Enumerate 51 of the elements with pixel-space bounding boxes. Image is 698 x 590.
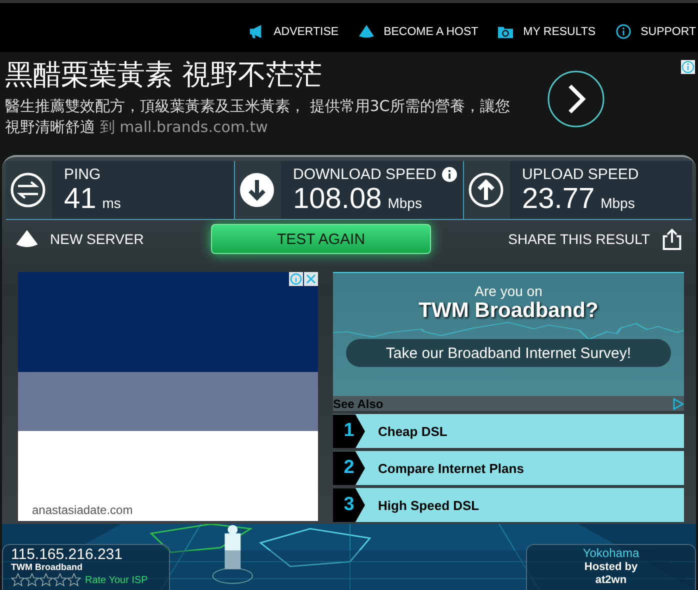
star-icon[interactable] bbox=[67, 573, 81, 587]
stat-unit: Mbps bbox=[388, 194, 422, 210]
info-icon bbox=[616, 24, 631, 39]
ad-headline[interactable]: 黑醋栗葉黃素 視野不茫茫 bbox=[5, 57, 533, 93]
server-city: Yokohama bbox=[582, 546, 640, 561]
download-icon bbox=[239, 172, 275, 208]
hosted-by-label: Hosted by bbox=[584, 561, 638, 574]
megaphone-icon bbox=[248, 24, 264, 39]
ip-address: 115.165.216.231 bbox=[11, 547, 124, 562]
stat-label: PING bbox=[64, 166, 102, 182]
rate-isp-link[interactable]: Rate Your ISP bbox=[85, 574, 148, 586]
server-icon[interactable] bbox=[16, 230, 38, 248]
host-name: at2wn bbox=[595, 574, 627, 587]
share-icon[interactable] bbox=[662, 228, 682, 250]
triangle-icon bbox=[358, 24, 374, 39]
upload-icon bbox=[468, 172, 504, 208]
stat-unit: Mbps bbox=[600, 194, 635, 210]
see-also-link[interactable]: 3 High Speed DSL bbox=[333, 488, 684, 522]
star-icon[interactable] bbox=[25, 573, 39, 587]
ad-description: 醫生推薦雙效配方，頂級葉黃素及玉米黃素， 提供常用3C所需的營養，讓您視野清晰舒適 到 mall.brands.com.tw bbox=[5, 96, 511, 138]
survey-question: Are you on bbox=[474, 283, 542, 299]
star-icon[interactable] bbox=[11, 573, 25, 587]
isp-name: TWM Broadband bbox=[11, 562, 84, 573]
see-also-link[interactable]: 2 Compare Internet Plans bbox=[333, 451, 684, 486]
nav-link[interactable]: SUPPORT bbox=[616, 24, 696, 39]
folder-icon bbox=[498, 24, 514, 39]
stat-value: 108.08 bbox=[293, 182, 382, 214]
nav-link[interactable]: MY RESULTS bbox=[498, 24, 596, 39]
survey-headline: TWM Broadband? bbox=[418, 299, 598, 323]
star-icon[interactable] bbox=[53, 573, 67, 587]
stat-value: 41 bbox=[64, 182, 96, 214]
ad-footer[interactable]: anastasiadate.com bbox=[18, 431, 318, 521]
share-result-link[interactable]: SHARE THIS RESULT bbox=[508, 228, 682, 250]
ad-domain: anastasiadate.com bbox=[32, 503, 133, 517]
new-server-link[interactable]: NEW SERVER bbox=[16, 230, 144, 248]
stat-unit: ms bbox=[102, 194, 121, 210]
nav-link[interactable]: BECOME A HOST bbox=[358, 24, 478, 39]
stat-label: DOWNLOAD SPEED bbox=[293, 166, 436, 182]
star-icon[interactable] bbox=[39, 573, 53, 587]
ping-icon bbox=[10, 172, 46, 208]
nav-link[interactable]: ADVERTISE bbox=[248, 24, 339, 39]
see-also-link[interactable]: 1 Cheap DSL bbox=[333, 414, 684, 448]
ad-choices-icon[interactable] bbox=[672, 398, 684, 410]
see-also-heading: See Also bbox=[333, 396, 384, 411]
next-arrow-button[interactable] bbox=[547, 70, 605, 128]
info-icon[interactable] bbox=[442, 167, 457, 182]
stat-label: UPLOAD SPEED bbox=[522, 166, 639, 182]
test-again-button[interactable]: TEST AGAIN bbox=[211, 224, 431, 254]
survey-button[interactable]: Take our Broadband Internet Survey! bbox=[346, 339, 671, 367]
stat-value: 23.77 bbox=[522, 182, 595, 214]
survey-card[interactable]: Are you on TWM Broadband? Take our Broadband Internet Survey! bbox=[333, 272, 684, 396]
